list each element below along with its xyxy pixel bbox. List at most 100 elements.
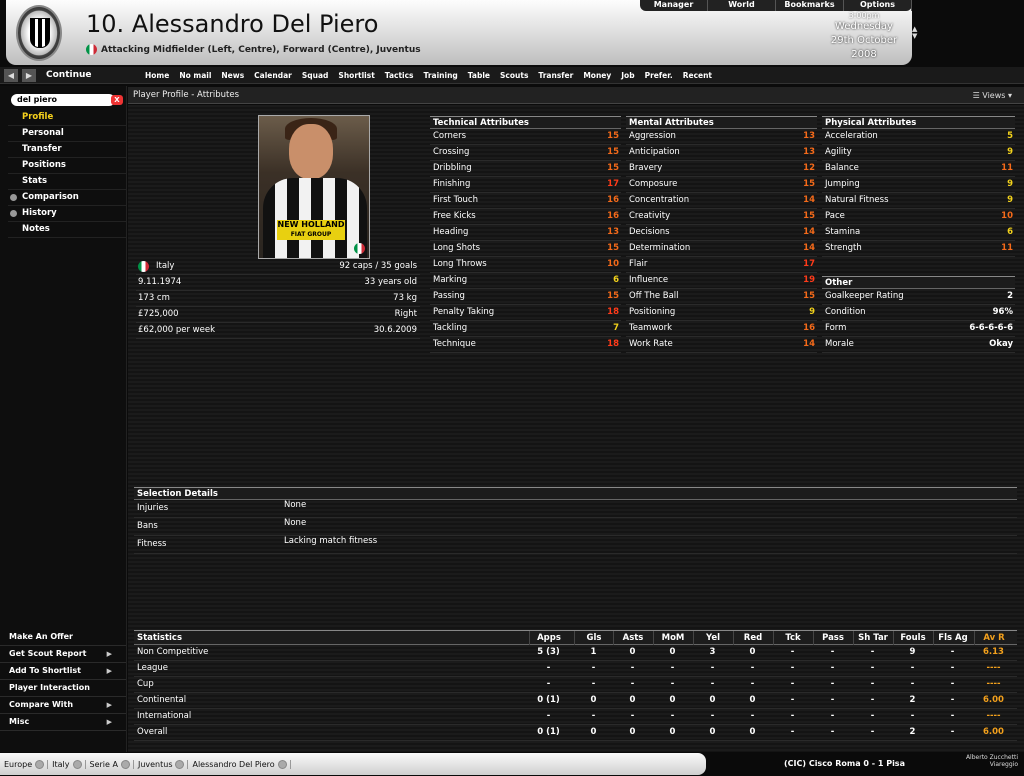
tab-squad[interactable]: Squad	[297, 71, 334, 80]
table-cell: -	[790, 727, 795, 737]
clear-search-icon[interactable]: X	[111, 95, 123, 105]
table-cell: 0	[629, 695, 636, 705]
table-cell: Continental	[137, 695, 187, 705]
sidebar-item-positions[interactable]: Positions	[8, 158, 126, 174]
tab-table[interactable]: Table	[463, 71, 495, 80]
stats-col-header[interactable]: Apps	[529, 631, 568, 645]
table-cell: -	[790, 663, 795, 673]
scout-report-button[interactable]: Get Scout Report ▶	[0, 646, 126, 663]
info-right: 30.6.2009	[373, 325, 417, 335]
compare-with-button[interactable]: Compare With ▶	[0, 697, 126, 714]
stats-col-header[interactable]: Yel	[693, 631, 732, 645]
player-interaction-button[interactable]: Player Interaction	[0, 680, 126, 697]
menu-world[interactable]: World	[708, 0, 776, 11]
table-cell: -	[830, 727, 835, 737]
info-left: £725,000	[138, 309, 179, 319]
info-left: Italy	[156, 261, 175, 271]
sidebar-item-history[interactable]: History	[8, 206, 126, 222]
table-row: Overall 0 (1) 0 0 0 0 0 - - - 2 - 6.00	[134, 725, 1017, 741]
stats-col-header[interactable]: Sh Tar	[853, 631, 892, 645]
stats-col-header[interactable]: Fls Ag	[933, 631, 972, 645]
breadcrumb-item[interactable]: Juventus	[134, 759, 189, 769]
table-cell: -	[710, 679, 715, 689]
tab-shortlist[interactable]: Shortlist	[333, 71, 379, 80]
tab-calendar[interactable]: Calendar	[249, 71, 297, 80]
table-cell: 3	[709, 647, 716, 657]
table-cell: -	[750, 679, 755, 689]
breadcrumb-item[interactable]: Serie A	[86, 759, 134, 769]
tab-scouts[interactable]: Scouts	[495, 71, 533, 80]
attribute-name: Natural Fitness	[825, 195, 889, 205]
back-arrow-icon[interactable]: ◀	[4, 69, 18, 82]
expand-icon	[10, 210, 17, 217]
tab-news[interactable]: News	[216, 71, 249, 80]
table-cell: 0	[749, 647, 756, 657]
date-scroll-arrows-icon[interactable]: ▲ ▼	[912, 26, 917, 40]
breadcrumb-dropdown-icon[interactable]	[120, 759, 130, 769]
tab-tactics[interactable]: Tactics	[380, 71, 419, 80]
table-cell: 0 (1)	[537, 695, 560, 705]
stats-col-header[interactable]: Av R	[974, 631, 1013, 645]
attribute-value: 14	[803, 227, 815, 237]
tab-no-mail[interactable]: No mail	[174, 71, 216, 80]
tab-transfer[interactable]: Transfer	[533, 71, 578, 80]
table-cell: 9	[909, 647, 916, 657]
forward-arrow-icon[interactable]: ▶	[22, 69, 36, 82]
misc-button[interactable]: Misc ▶	[0, 714, 126, 731]
menu-manager[interactable]: Manager	[640, 0, 708, 11]
selection-row: Injuries None	[134, 500, 1017, 518]
stats-col-header[interactable]: Tck	[773, 631, 812, 645]
table-cell: -	[591, 679, 596, 689]
make-offer-button[interactable]: Make An Offer	[0, 629, 126, 646]
tab-training[interactable]: Training	[419, 71, 463, 80]
attribute-value: 6	[1007, 227, 1013, 237]
breadcrumb-dropdown-icon[interactable]	[35, 759, 45, 769]
player-name: 10. Alessandro Del Piero	[86, 10, 379, 38]
attribute-row: Off The Ball 15	[626, 289, 817, 305]
sidebar-item-stats[interactable]: Stats	[8, 174, 126, 190]
attribute-value: 9	[1007, 179, 1013, 189]
attribute-name: Free Kicks	[433, 211, 476, 221]
sidebar-item-notes[interactable]: Notes	[8, 222, 126, 238]
breadcrumb-dropdown-icon[interactable]	[72, 759, 82, 769]
add-shortlist-button[interactable]: Add To Shortlist ▶	[0, 663, 126, 680]
attribute-row: First Touch 16	[430, 193, 621, 209]
table-row: Non Competitive 5 (3) 1 0 0 3 0 - - - 9 - 6.13	[134, 645, 1017, 661]
breadcrumb-item[interactable]: Italy	[48, 759, 86, 769]
attribute-value: 11	[1001, 243, 1013, 253]
tab-recent[interactable]: Recent	[678, 71, 717, 80]
attribute-value: 9	[809, 307, 815, 317]
stats-col-header[interactable]: MoM	[653, 631, 692, 645]
stats-col-header[interactable]: Pass	[813, 631, 852, 645]
attribute-row: Form 6-6-6-6-6	[822, 321, 1015, 337]
stats-col-header[interactable]: Red	[733, 631, 772, 645]
menu-bookmarks[interactable]: Bookmarks	[776, 0, 844, 11]
attribute-value: 9	[1007, 147, 1013, 157]
search-value: del piero	[17, 95, 58, 104]
breadcrumb-label: Alessandro Del Piero	[192, 759, 275, 769]
stats-col-header[interactable]: Gls	[574, 631, 613, 645]
stats-col-header[interactable]: Fouls	[893, 631, 932, 645]
breadcrumb-item[interactable]: Europe	[0, 759, 49, 769]
stats-col-header[interactable]: Statistics	[137, 631, 317, 645]
table-cell: 1	[590, 647, 597, 657]
sidebar-item-transfer[interactable]: Transfer	[8, 142, 126, 158]
breadcrumb-dropdown-icon[interactable]	[175, 759, 185, 769]
continue-button[interactable]: Continue	[46, 70, 92, 80]
sidebar-item-personal[interactable]: Personal	[8, 126, 126, 142]
stats-col-header[interactable]: Asts	[613, 631, 652, 645]
table-cell: -	[910, 679, 915, 689]
breadcrumb-dropdown-icon[interactable]	[277, 759, 287, 769]
tab-money[interactable]: Money	[578, 71, 616, 80]
views-button[interactable]: ☰ Views ▾	[973, 87, 1012, 104]
menu-options[interactable]: Options	[844, 0, 912, 11]
breadcrumb-item[interactable]: Alessandro Del Piero	[188, 759, 291, 769]
sidebar-item-profile[interactable]: Profile	[8, 110, 126, 126]
tab-home[interactable]: Home	[140, 71, 174, 80]
table-cell: -	[870, 679, 875, 689]
search-input[interactable]: del piero X	[11, 94, 123, 106]
italy-flag-icon	[354, 243, 365, 254]
tab-prefer[interactable]: Prefer.	[640, 71, 678, 80]
tab-job[interactable]: Job	[616, 71, 639, 80]
sidebar-item-comparison[interactable]: Comparison	[8, 190, 126, 206]
